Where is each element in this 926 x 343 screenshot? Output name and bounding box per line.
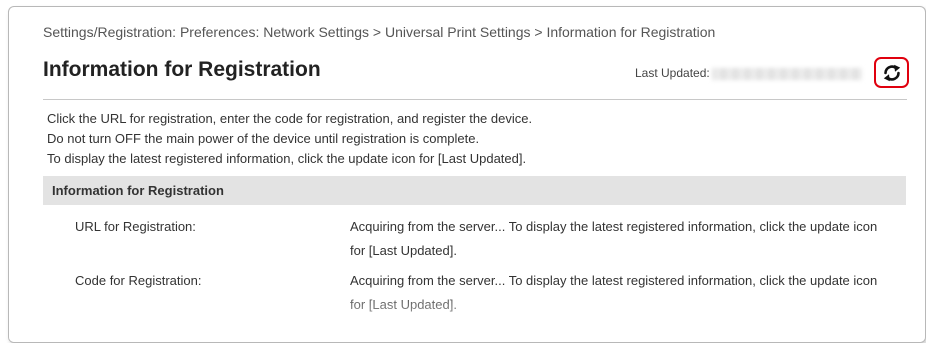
refresh-button[interactable] [874,57,909,88]
instructions: Click the URL for registration, enter th… [47,109,532,169]
url-label: URL for Registration: [75,219,196,234]
page-title: Information for Registration [43,58,321,81]
instruction-line: Click the URL for registration, enter th… [47,111,533,126]
title-divider [43,99,907,100]
last-updated-value-redacted [711,67,862,80]
last-updated-label: Last Updated: [635,66,710,80]
code-label: Code for Registration: [75,273,202,288]
last-updated: Last Updated: [635,66,862,80]
settings-window: Settings/Registration: Preferences: Netw… [8,6,926,343]
instruction-line: Do not turn OFF the main power of the de… [47,131,480,146]
code-value: Acquiring from the server... To display … [350,273,878,312]
instruction-line: To display the latest registered informa… [47,151,527,166]
url-value: Acquiring from the server... To display … [350,219,878,258]
refresh-icon [882,64,902,82]
breadcrumb: Settings/Registration: Preferences: Netw… [43,24,716,40]
section-header: Information for Registration [43,176,906,205]
